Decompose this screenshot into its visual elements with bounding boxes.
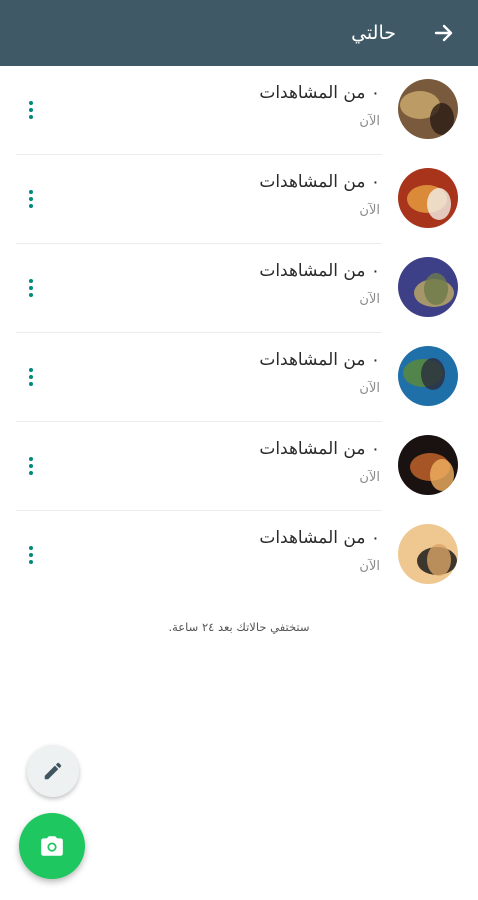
back-button[interactable] [428, 17, 460, 49]
status-row[interactable]: ٠ من المشاهدات الآن [0, 333, 478, 422]
status-thumbnail[interactable] [398, 346, 458, 406]
status-list: ٠ من المشاهدات الآن ٠ من المشاهدات الآن ٠ من… [0, 66, 478, 600]
app-bar: حالتي [0, 0, 478, 66]
status-timestamp: الآن [359, 381, 380, 396]
pencil-icon [44, 762, 62, 780]
arrow-right-icon [434, 24, 453, 42]
status-row[interactable]: ٠ من المشاهدات الآن [0, 511, 478, 600]
status-views-count: ٠ من المشاهدات [259, 528, 380, 548]
status-timestamp: الآن [359, 559, 380, 574]
camera-status-button[interactable] [19, 813, 85, 879]
page-title: حالتي [351, 22, 396, 44]
status-views-count: ٠ من المشاهدات [259, 261, 380, 281]
status-row[interactable]: ٠ من المشاهدات الآن [0, 422, 478, 511]
more-options-icon[interactable] [18, 451, 44, 481]
camera-icon [41, 836, 63, 856]
more-options-icon[interactable] [18, 362, 44, 392]
status-thumbnail[interactable] [398, 168, 458, 228]
more-options-icon[interactable] [18, 184, 44, 214]
status-row[interactable]: ٠ من المشاهدات الآن [0, 155, 478, 244]
status-thumbnail[interactable] [398, 435, 458, 495]
status-thumbnail[interactable] [398, 524, 458, 584]
status-views-count: ٠ من المشاهدات [259, 439, 380, 459]
more-options-icon[interactable] [18, 95, 44, 125]
status-thumbnail[interactable] [398, 79, 458, 139]
text-status-button[interactable] [27, 745, 79, 797]
more-options-icon[interactable] [18, 273, 44, 303]
status-views-count: ٠ من المشاهدات [259, 172, 380, 192]
more-options-icon[interactable] [18, 540, 44, 570]
status-timestamp: الآن [359, 292, 380, 307]
status-timestamp: الآن [359, 114, 380, 129]
status-timestamp: الآن [359, 203, 380, 218]
status-views-count: ٠ من المشاهدات [259, 350, 380, 370]
status-timestamp: الآن [359, 470, 380, 485]
status-row[interactable]: ٠ من المشاهدات الآن [0, 66, 478, 155]
expiry-note: ستختفي حالاتك بعد ٢٤ ساعة. [168, 620, 310, 634]
status-views-count: ٠ من المشاهدات [259, 83, 380, 103]
status-thumbnail[interactable] [398, 257, 458, 317]
status-row[interactable]: ٠ من المشاهدات الآن [0, 244, 478, 333]
